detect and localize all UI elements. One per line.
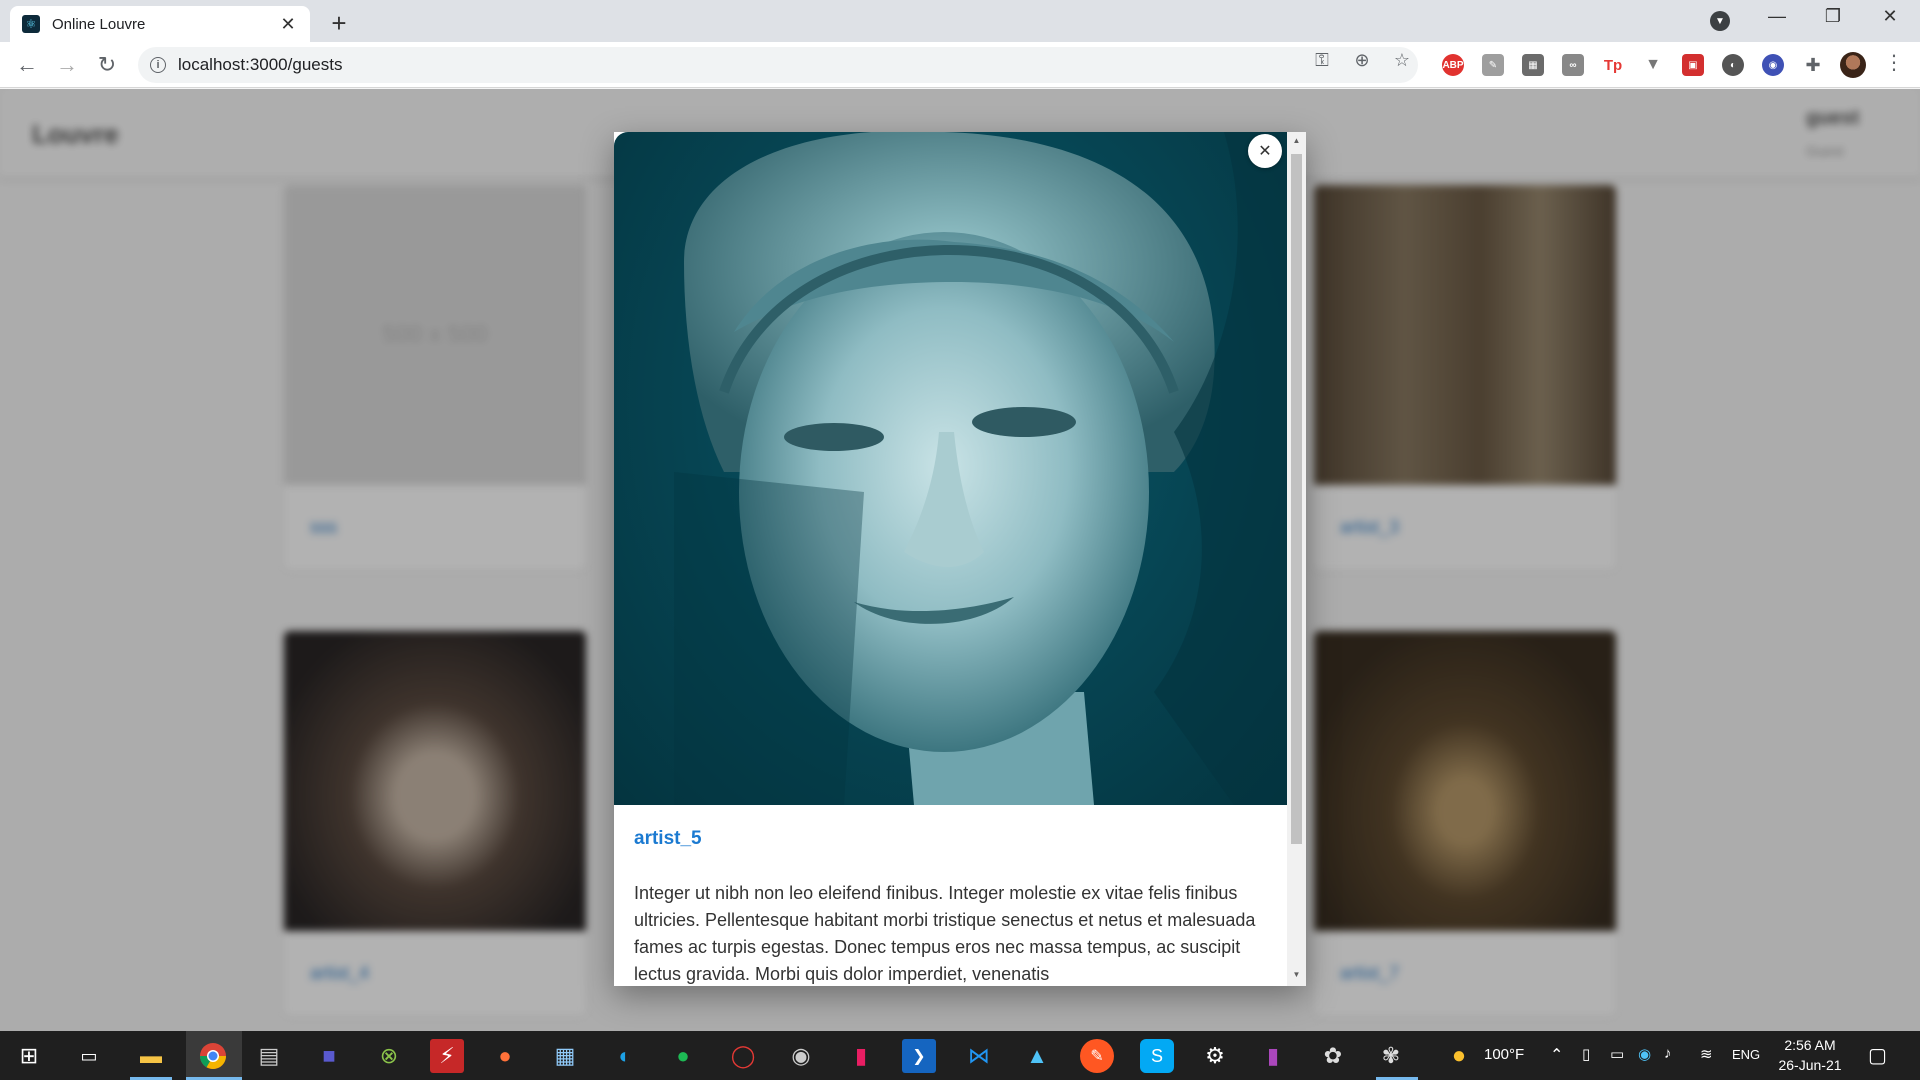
media-player-icon[interactable]: ◉: [784, 1039, 818, 1073]
language-indicator[interactable]: ENG: [1732, 1047, 1760, 1062]
scroll-thumb[interactable]: [1291, 154, 1302, 844]
extension-eyes-icon[interactable]: ◉: [1762, 54, 1784, 76]
windows-start-icon[interactable]: ⊞: [12, 1039, 46, 1073]
spotify-icon[interactable]: ●: [666, 1039, 700, 1073]
tab-close-icon[interactable]: ✕: [278, 14, 298, 35]
artwork-modal: artist_5 Integer ut nibh non leo eleifen…: [614, 132, 1306, 986]
postman-icon[interactable]: ✎: [1080, 1039, 1114, 1073]
clock-date: 26-Jun-21: [1778, 1057, 1842, 1073]
settings-gear-icon[interactable]: ⚙: [1198, 1039, 1232, 1073]
clock-time: 2:56 AM: [1784, 1037, 1836, 1053]
network-app-icon[interactable]: ▦: [548, 1039, 582, 1073]
notes-app-icon[interactable]: ▤: [252, 1039, 286, 1073]
battery-icon[interactable]: ▭: [1610, 1045, 1624, 1063]
close-window-icon[interactable]: ✕: [1870, 6, 1910, 27]
address-bar[interactable]: i localhost:3000/guests: [138, 47, 1418, 83]
extension-link-icon[interactable]: ∞: [1562, 54, 1584, 76]
adblock-icon[interactable]: ABP: [1442, 54, 1464, 76]
new-tab-icon[interactable]: +: [325, 8, 353, 39]
edge-icon[interactable]: ◐: [608, 1039, 642, 1073]
url-text: localhost:3000/guests: [178, 55, 343, 74]
palette-icon[interactable]: ✾: [1374, 1039, 1408, 1073]
flash-app-icon[interactable]: ⚡: [430, 1039, 464, 1073]
task-view-icon[interactable]: ▭: [72, 1039, 106, 1073]
tray-expand-icon[interactable]: ⌃: [1550, 1045, 1563, 1065]
weather-sun-icon[interactable]: ●: [1442, 1039, 1476, 1073]
volume-icon[interactable]: ♪: [1664, 1045, 1672, 1062]
extension-feather-icon[interactable]: ✎: [1482, 54, 1504, 76]
tab-title: Online Louvre: [52, 15, 146, 33]
artwork-image: [614, 132, 1287, 805]
clock[interactable]: 2:56 AM 26-Jun-21: [1770, 1035, 1850, 1075]
file-explorer-icon[interactable]: ▬: [134, 1039, 168, 1073]
chrome-logo: [199, 1043, 227, 1070]
modal-title[interactable]: artist_5: [634, 828, 702, 850]
windows-taskbar: ⊞ ▭ ▬ ▤ ■ ⊗ ⚡ ● ▦ ◐ ● ◯ ◉ ▮ ❯ ⋈ ▲ ✎ S ⚙ …: [0, 1031, 1920, 1080]
onedrive-icon[interactable]: ◉: [1638, 1045, 1651, 1063]
app-window-icon[interactable]: ■: [312, 1039, 346, 1073]
temperature-text[interactable]: 100°F: [1484, 1046, 1524, 1063]
modal-description: Integer ut nibh non leo eleifend finibus…: [634, 883, 1256, 984]
back-icon[interactable]: ←: [12, 50, 42, 80]
xbox-icon[interactable]: ⊗: [372, 1039, 406, 1073]
reload-icon[interactable]: ↻: [92, 50, 122, 80]
tab-search-icon[interactable]: ▼: [1710, 11, 1730, 31]
opera-icon[interactable]: ◯: [726, 1039, 760, 1073]
extensions-puzzle-icon[interactable]: ✚: [1802, 54, 1824, 76]
powershell-icon[interactable]: ❯: [902, 1039, 936, 1073]
extension-tp-icon[interactable]: Tp: [1602, 54, 1624, 76]
scroll-down-icon[interactable]: ▼: [1287, 970, 1306, 979]
site-info-icon[interactable]: i: [150, 57, 166, 73]
vscode-icon[interactable]: ⋈: [962, 1039, 996, 1073]
chrome-icon[interactable]: [196, 1039, 230, 1073]
minimize-icon[interactable]: —: [1757, 6, 1797, 27]
paint-icon[interactable]: ✿: [1316, 1039, 1350, 1073]
browser-menu-icon[interactable]: ⋮: [1884, 50, 1904, 75]
notifications-icon[interactable]: ▢: [1868, 1043, 1887, 1068]
wifi-icon[interactable]: ≋: [1700, 1045, 1713, 1063]
react-favicon-icon: ⚛: [22, 15, 40, 33]
dark-mode-icon[interactable]: ◐: [1722, 54, 1744, 76]
extension-grid-icon[interactable]: ▦: [1522, 54, 1544, 76]
statue-head-illustration: [674, 132, 1287, 805]
bookmark-star-icon[interactable]: ☆: [1390, 50, 1414, 71]
browser-tab[interactable]: ⚛ Online Louvre ✕: [10, 6, 310, 42]
modal-scrollbar[interactable]: ▲ ▼: [1287, 132, 1306, 986]
browser-toolbar: ← → ↻ i localhost:3000/guests ⚿ ⊕ ☆ ABP …: [0, 42, 1920, 88]
tray-device-icon[interactable]: ▯: [1582, 1045, 1590, 1063]
app-bars-icon[interactable]: ▮: [844, 1039, 878, 1073]
modal-close-button[interactable]: ✕: [1248, 134, 1282, 168]
extension-v-icon[interactable]: ▼: [1642, 54, 1664, 76]
browser-tab-bar: ⚛ Online Louvre ✕ + ▼ — ❐ ✕: [0, 0, 1920, 42]
simplenote-icon[interactable]: S: [1140, 1039, 1174, 1073]
app-stack-icon[interactable]: ▮: [1256, 1039, 1290, 1073]
profile-avatar[interactable]: [1840, 52, 1866, 78]
zoom-icon[interactable]: ⊕: [1350, 50, 1374, 71]
forward-icon[interactable]: →: [52, 50, 82, 80]
scroll-up-icon[interactable]: ▲: [1287, 136, 1306, 145]
restore-icon[interactable]: ❐: [1813, 6, 1853, 27]
firefox-icon[interactable]: ●: [488, 1039, 522, 1073]
extension-red-icon[interactable]: ▣: [1682, 54, 1704, 76]
key-icon[interactable]: ⚿: [1310, 50, 1334, 71]
photos-icon[interactable]: ▲: [1020, 1039, 1054, 1073]
